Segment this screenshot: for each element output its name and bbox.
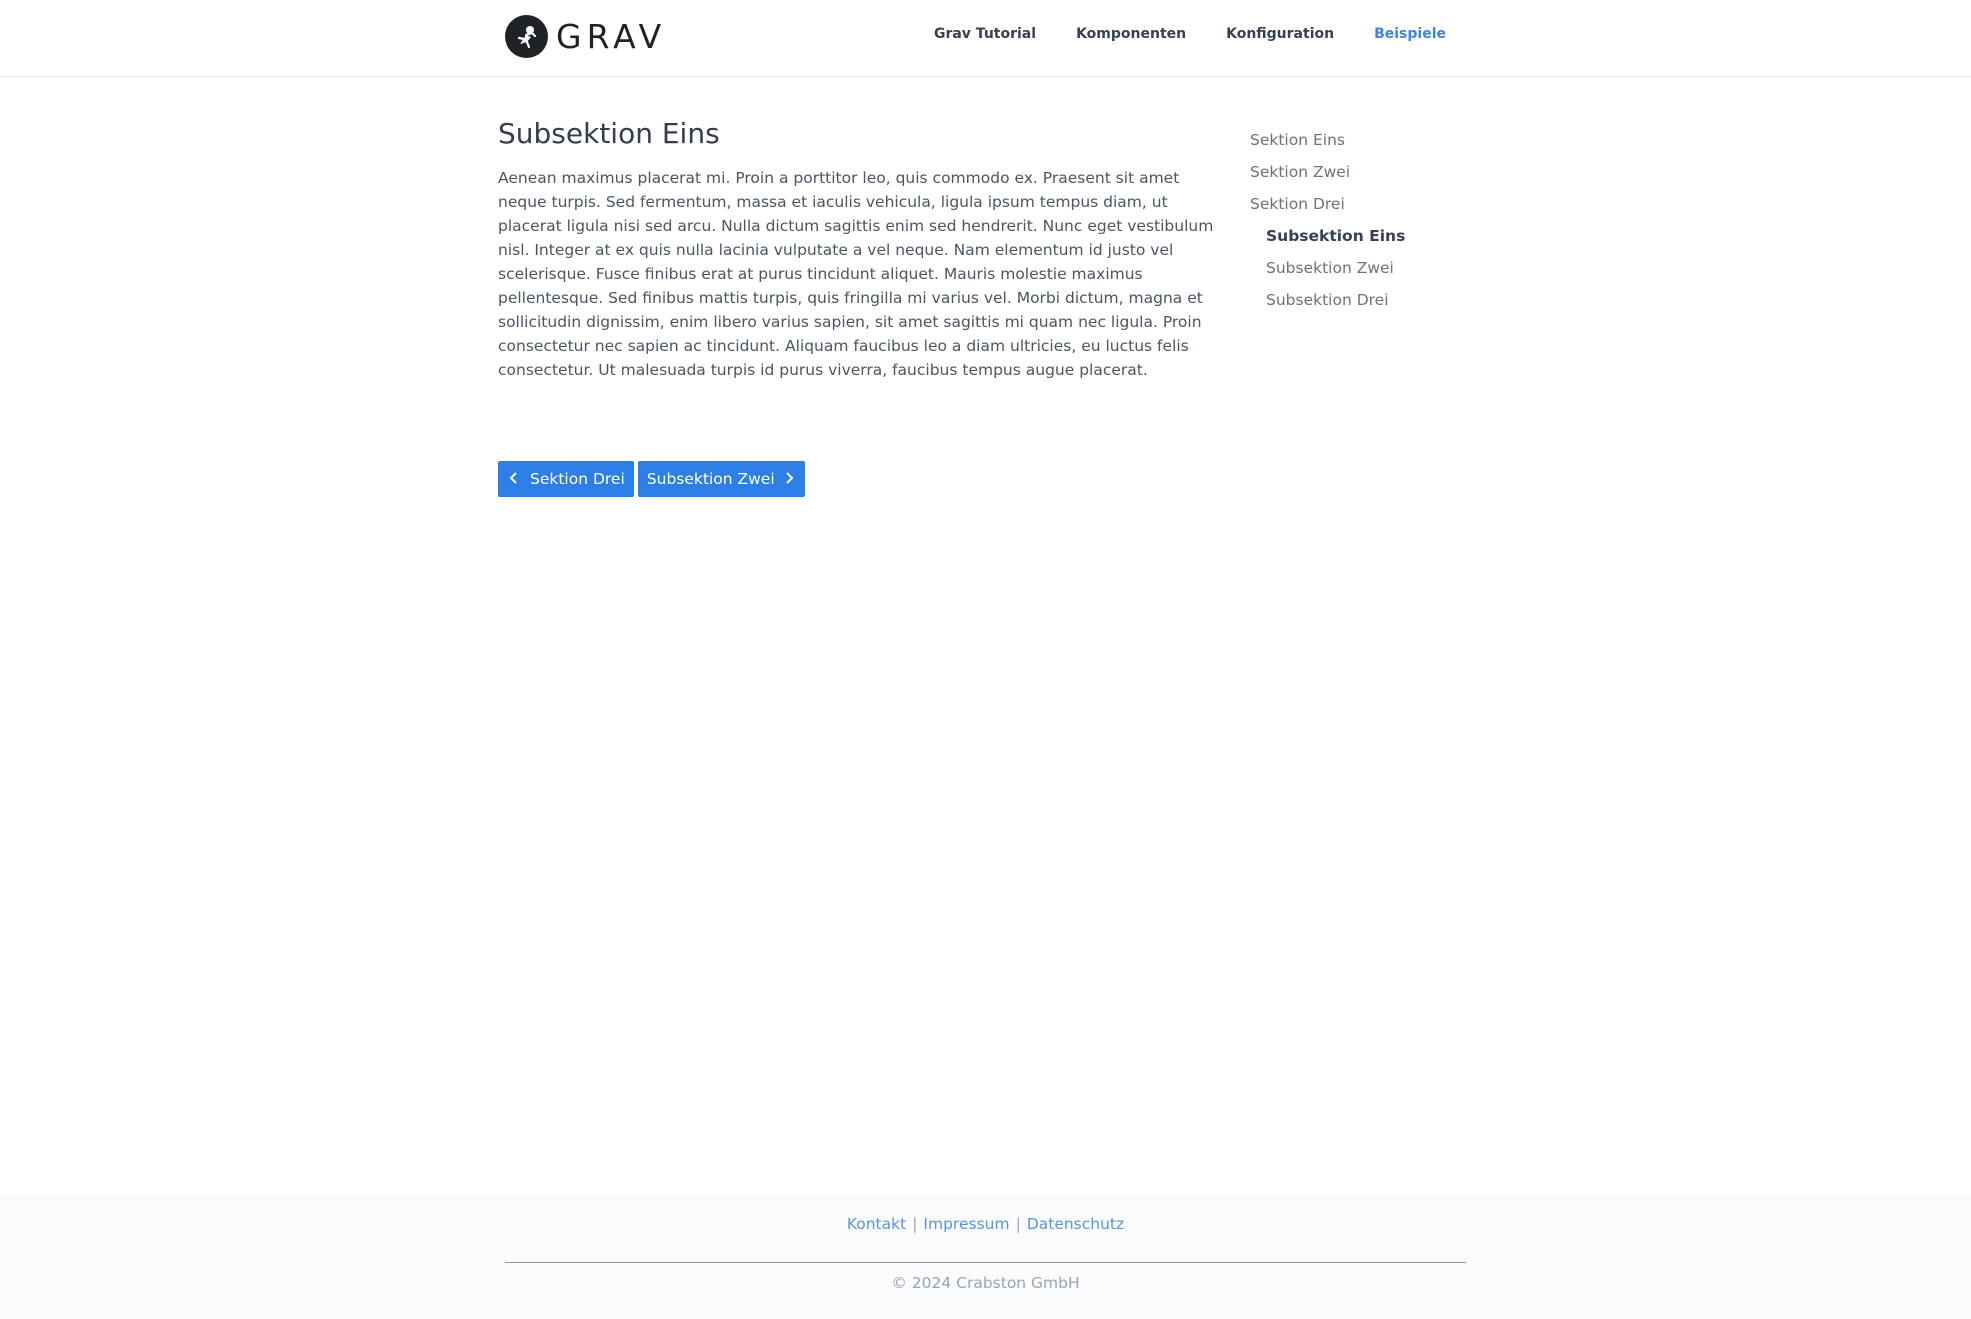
site-header: GRAV Grav Tutorial Komponenten Konfigura… (0, 0, 1971, 77)
toc-item-subsektion-zwei[interactable]: Subsektion Zwei (1266, 257, 1470, 279)
logo-text: GRAV (556, 17, 667, 56)
footer-separator: | (912, 1215, 918, 1233)
toc-item-subsektion-drei[interactable]: Subsektion Drei (1266, 289, 1470, 311)
toc-item-sektion-eins[interactable]: Sektion Eins (1250, 129, 1470, 151)
grav-astronaut-icon (505, 15, 548, 58)
prev-page-button[interactable]: Sektion Drei (498, 461, 634, 497)
grav-logo[interactable]: GRAV (505, 15, 666, 58)
nav-item-komponenten[interactable]: Komponenten (1076, 26, 1186, 42)
footer-divider (505, 1262, 1466, 1263)
footer-link-kontakt[interactable]: Kontakt (847, 1215, 906, 1233)
footer-separator: | (1015, 1215, 1021, 1233)
next-page-button[interactable]: Subsektion Zwei (637, 461, 805, 497)
site-footer: Kontakt | Impressum | Datenschutz © 2024 Cra… (0, 1194, 1971, 1319)
footer-link-datenschutz[interactable]: Datenschutz (1027, 1215, 1124, 1233)
nav-item-konfiguration[interactable]: Konfiguration (1226, 26, 1334, 42)
toc-item-sektion-zwei[interactable]: Sektion Zwei (1250, 161, 1470, 183)
toc-subsection-list: Subsektion Eins Subsektion Zwei Subsekti… (1250, 225, 1470, 311)
prev-page-label: Sektion Drei (530, 470, 625, 488)
main-nav: Grav Tutorial Komponenten Konfiguration … (934, 26, 1446, 42)
copyright-text: © 2024 Crabston GmbH (891, 1274, 1080, 1292)
page-title: Subsektion Eins (498, 117, 720, 150)
table-of-contents: Sektion Eins Sektion Zwei Sektion Drei S… (1250, 129, 1470, 321)
toc-item-sektion-drei[interactable]: Sektion Drei (1250, 193, 1470, 215)
page-navigation: Sektion Drei Subsektion Zwei (498, 461, 805, 497)
main-content: Subsektion Eins Aenean maximus placerat … (498, 114, 1224, 382)
nav-item-grav-tutorial[interactable]: Grav Tutorial (934, 26, 1036, 42)
next-page-label: Subsektion Zwei (646, 470, 775, 488)
footer-link-impressum[interactable]: Impressum (923, 1215, 1009, 1233)
footer-links: Kontakt | Impressum | Datenschutz (0, 1215, 1971, 1233)
chevron-right-icon (785, 470, 794, 488)
nav-item-beispiele[interactable]: Beispiele (1374, 26, 1446, 42)
body-paragraph: Aenean maximus placerat mi. Proin a port… (498, 169, 1214, 379)
toc-item-subsektion-eins[interactable]: Subsektion Eins (1266, 225, 1470, 247)
chevron-left-icon (509, 470, 518, 488)
